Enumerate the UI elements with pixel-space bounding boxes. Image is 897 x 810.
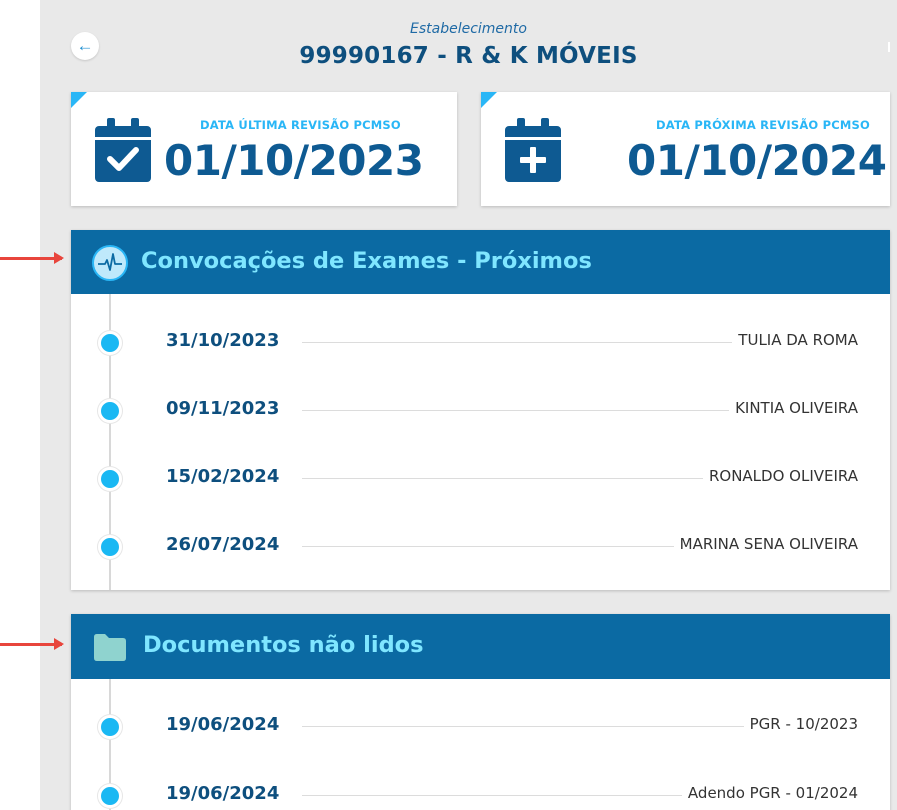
documents-timeline: 19/06/2024 PGR - 10/2023 19/06/2024 Aden… [71, 679, 890, 810]
calendar-plus-icon [505, 118, 561, 182]
list-item[interactable]: 19/06/2024 Adendo PGR - 01/2024 [71, 779, 890, 809]
item-date: 31/10/2023 [166, 330, 280, 351]
annotation-arrow [0, 252, 64, 264]
card-corner [481, 92, 497, 108]
timeline-dot [98, 467, 122, 491]
annotation-arrow [0, 638, 64, 650]
next-revision-date: 01/10/2024 [627, 136, 887, 185]
folder-icon [94, 634, 126, 661]
item-divider [302, 726, 802, 727]
item-date: 15/02/2024 [166, 466, 280, 487]
list-item[interactable]: 15/02/2024 RONALDO OLIVEIRA [71, 462, 890, 492]
item-name: TULIA DA ROMA [732, 331, 858, 349]
list-item[interactable]: 09/11/2023 KINTIA OLIVEIRA [71, 394, 890, 424]
left-margin [0, 0, 40, 810]
item-name: MARINA SENA OLIVEIRA [673, 535, 858, 553]
timeline-dot [98, 331, 122, 355]
timeline-dot [98, 399, 122, 423]
next-revision-label: DATA PRÓXIMA REVISÃO PCMSO [656, 118, 870, 132]
divider [888, 42, 890, 52]
exams-panel-title: Convocações de Exames - Próximos [141, 248, 592, 274]
item-name: KINTIA OLIVEIRA [729, 399, 858, 417]
timeline-dot [98, 784, 122, 808]
timeline-dot [98, 715, 122, 739]
documents-panel: Documentos não lidos 19/06/2024 PGR - 10… [71, 614, 890, 810]
item-date: 09/11/2023 [166, 398, 280, 419]
item-date: 19/06/2024 [166, 783, 280, 804]
item-name: PGR - 10/2023 [743, 715, 858, 733]
last-revision-date: 01/10/2023 [164, 136, 424, 185]
item-name: RONALDO OLIVEIRA [702, 467, 858, 485]
item-date: 26/07/2024 [166, 534, 280, 555]
card-corner [71, 92, 87, 108]
exams-panel: Convocações de Exames - Próximos 31/10/2… [71, 230, 890, 590]
exams-timeline: 31/10/2023 TULIA DA ROMA 09/11/2023 KINT… [71, 294, 890, 590]
list-item[interactable]: 31/10/2023 TULIA DA ROMA [71, 326, 890, 356]
dashboard-content: ← Estabelecimento 99990167 - R & K MÓVEI… [40, 0, 897, 810]
establishment-label: Estabelecimento [410, 21, 527, 37]
heartbeat-icon [92, 245, 128, 281]
documents-panel-title: Documentos não lidos [143, 632, 424, 658]
last-revision-label: DATA ÚLTIMA REVISÃO PCMSO [200, 118, 401, 132]
item-name: Adendo PGR - 01/2024 [681, 784, 858, 802]
item-divider [302, 410, 802, 411]
last-revision-card: DATA ÚLTIMA REVISÃO PCMSO 01/10/2023 [71, 92, 457, 206]
next-revision-card: DATA PRÓXIMA REVISÃO PCMSO 01/10/2024 [481, 92, 890, 206]
timeline-dot [98, 535, 122, 559]
item-divider [302, 342, 802, 343]
item-date: 19/06/2024 [166, 714, 280, 735]
list-item[interactable]: 26/07/2024 MARINA SENA OLIVEIRA [71, 530, 890, 560]
exams-panel-header: Convocações de Exames - Próximos [71, 230, 890, 294]
documents-panel-header: Documentos não lidos [71, 614, 890, 679]
list-item[interactable]: 19/06/2024 PGR - 10/2023 [71, 710, 890, 740]
calendar-check-icon [95, 118, 151, 182]
establishment-title: 99990167 - R & K MÓVEIS [299, 43, 638, 69]
